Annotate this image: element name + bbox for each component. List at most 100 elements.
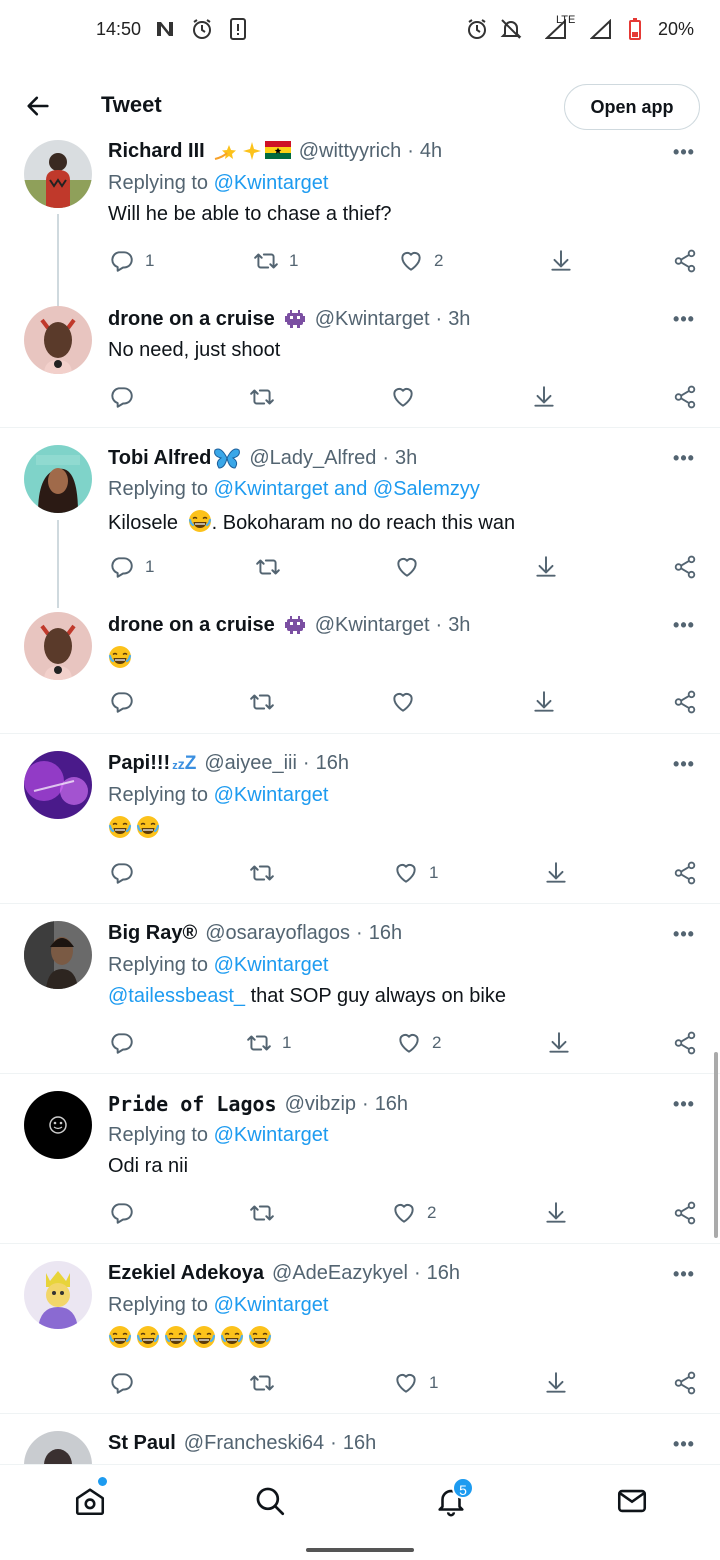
mention-link[interactable]: @Kwintarget (214, 784, 329, 806)
share-button[interactable] (672, 382, 698, 412)
like-button[interactable] (390, 687, 426, 717)
share-button[interactable] (672, 1198, 698, 1228)
more-options-icon[interactable]: ••• (672, 615, 696, 635)
reply-button[interactable] (109, 687, 145, 717)
reply-button[interactable] (109, 1028, 145, 1058)
mention-link[interactable]: @Kwintarget (214, 1124, 329, 1146)
reply-button[interactable] (109, 858, 145, 888)
timestamp[interactable]: 4h (420, 140, 442, 163)
handle[interactable]: @Lady_Alfred (249, 447, 376, 470)
download-button[interactable] (533, 552, 559, 582)
share-button[interactable] (672, 246, 698, 276)
avatar[interactable] (24, 306, 92, 374)
like-button[interactable]: 1 (393, 1368, 438, 1398)
handle[interactable]: @wittyyrich (299, 140, 402, 163)
timestamp[interactable]: 16h (427, 1262, 460, 1285)
replies-feed[interactable]: Richard III @wittyyrich · 4h ••• Replyin… (0, 140, 720, 1464)
avatar[interactable] (24, 1431, 92, 1464)
reply-button[interactable] (109, 1368, 145, 1398)
handle[interactable]: @Kwintarget (315, 308, 430, 331)
display-name[interactable]: St Paul (108, 1432, 176, 1455)
like-button[interactable]: 2 (398, 246, 443, 276)
avatar[interactable] (24, 140, 92, 208)
download-button[interactable] (543, 1368, 569, 1398)
reply-button[interactable]: 1 (109, 552, 154, 582)
mention-link[interactable]: @Kwintarget (214, 172, 329, 194)
nav-search[interactable] (250, 1481, 290, 1521)
like-button[interactable]: 2 (396, 1028, 441, 1058)
like-button[interactable] (394, 552, 430, 582)
share-button[interactable] (672, 1028, 698, 1058)
share-button[interactable] (672, 687, 698, 717)
more-options-icon[interactable]: ••• (672, 1264, 696, 1284)
download-button[interactable] (543, 1198, 569, 1228)
nav-home[interactable] (70, 1481, 110, 1521)
download-button[interactable] (531, 382, 557, 412)
share-button[interactable] (672, 552, 698, 582)
handle[interactable]: @Kwintarget (315, 614, 430, 637)
avatar[interactable] (24, 445, 92, 513)
download-button[interactable] (531, 687, 557, 717)
avatar[interactable] (24, 751, 92, 819)
more-options-icon[interactable]: ••• (672, 448, 696, 468)
timestamp[interactable]: 16h (375, 1093, 408, 1116)
display-name[interactable]: Ezekiel Adekoya (108, 1262, 264, 1285)
gesture-bar[interactable] (306, 1548, 414, 1552)
open-app-button[interactable]: Open app (564, 84, 700, 130)
avatar[interactable] (24, 921, 92, 989)
like-button[interactable]: 1 (393, 858, 438, 888)
share-button[interactable] (672, 858, 698, 888)
more-options-icon[interactable]: ••• (672, 1094, 696, 1114)
retweet-button[interactable]: 1 (253, 246, 298, 276)
share-button[interactable] (672, 1368, 698, 1398)
more-options-icon[interactable]: ••• (672, 924, 696, 944)
download-button[interactable] (546, 1028, 572, 1058)
handle[interactable]: @osarayoflagos (205, 922, 350, 945)
nav-messages[interactable] (612, 1481, 652, 1521)
handle[interactable]: @Francheski64 (184, 1432, 324, 1455)
timestamp[interactable]: 3h (395, 447, 417, 470)
mention-link[interactable]: @tailessbeast_ (108, 985, 245, 1007)
download-button[interactable] (548, 246, 574, 276)
reply-button[interactable] (109, 382, 145, 412)
retweet-button[interactable] (249, 687, 285, 717)
retweet-button[interactable] (255, 552, 291, 582)
more-options-icon[interactable]: ••• (672, 142, 696, 162)
reply-button[interactable]: 1 (109, 246, 154, 276)
handle[interactable]: @aiyee_iii (204, 752, 297, 775)
display-name[interactable]: Big Ray® (108, 922, 197, 945)
display-name[interactable]: Pride of Lagos (108, 1092, 277, 1116)
like-button[interactable]: 2 (391, 1198, 436, 1228)
retweet-button[interactable] (249, 1368, 285, 1398)
retweet-button[interactable] (249, 858, 285, 888)
display-name[interactable]: drone on a cruise (108, 614, 275, 637)
mention-link[interactable]: @Kwintarget and @Salemzyy (214, 478, 480, 500)
reply-button[interactable] (109, 1198, 145, 1228)
display-name[interactable]: Papi!!! (108, 752, 170, 775)
like-button[interactable] (390, 382, 426, 412)
retweet-button[interactable] (249, 1198, 285, 1228)
mention-link[interactable]: @Kwintarget (214, 1294, 329, 1316)
retweet-button[interactable] (249, 382, 285, 412)
more-options-icon[interactable]: ••• (672, 754, 696, 774)
timestamp[interactable]: 3h (448, 614, 470, 637)
display-name[interactable]: Tobi Alfred (108, 447, 211, 470)
back-button[interactable] (22, 90, 54, 122)
download-button[interactable] (543, 858, 569, 888)
handle[interactable]: @vibzip (285, 1093, 356, 1116)
avatar[interactable] (24, 612, 92, 680)
scrollbar[interactable] (714, 1052, 718, 1238)
timestamp[interactable]: 16h (343, 1432, 376, 1455)
more-options-icon[interactable]: ••• (672, 309, 696, 329)
display-name[interactable]: drone on a cruise (108, 308, 275, 331)
timestamp[interactable]: 3h (448, 308, 470, 331)
retweet-button[interactable]: 1 (246, 1028, 291, 1058)
timestamp[interactable]: 16h (369, 922, 402, 945)
avatar[interactable] (24, 1261, 92, 1329)
avatar[interactable] (24, 1091, 92, 1159)
mention-link[interactable]: @Kwintarget (214, 954, 329, 976)
display-name[interactable]: Richard III (108, 140, 205, 163)
more-options-icon[interactable]: ••• (672, 1434, 696, 1454)
timestamp[interactable]: 16h (316, 752, 349, 775)
handle[interactable]: @AdeEazykyel (272, 1262, 408, 1285)
